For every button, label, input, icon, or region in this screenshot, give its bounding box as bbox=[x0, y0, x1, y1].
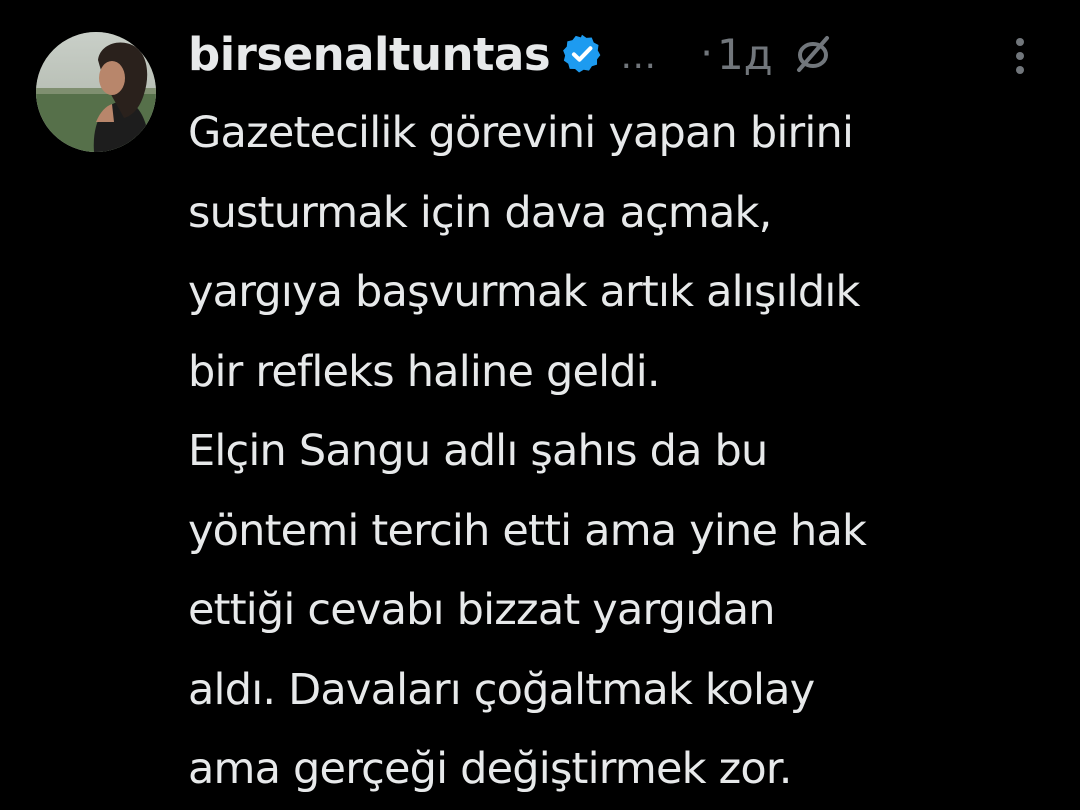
tweet-text-line: susturmak için dava açmak, bbox=[188, 187, 772, 238]
timestamp[interactable]: 1д bbox=[717, 30, 773, 79]
more-options-button[interactable] bbox=[1004, 32, 1036, 80]
tweet-text-line: Gazetecilik görevini yapan birini bbox=[188, 108, 854, 158]
tweet-text-line: ettiği cevabı bizzat yargıdan bbox=[188, 585, 776, 635]
tweet[interactable]: birsenaltuntas … · 1д Gazetecilik görevi… bbox=[0, 0, 1080, 798]
bell-off-icon[interactable] bbox=[791, 32, 835, 76]
more-vertical-icon bbox=[1016, 38, 1024, 74]
tweet-text-line: Elçin Sangu adlı şahıs da bu bbox=[188, 426, 768, 476]
tweet-text-line: bir refleks haline geldi. bbox=[188, 346, 661, 397]
verified-badge-icon bbox=[560, 32, 604, 76]
avatar[interactable] bbox=[36, 32, 156, 152]
tweet-text: Gazetecilik görevini yapan birini sustur… bbox=[188, 94, 1058, 810]
avatar-image bbox=[36, 32, 156, 152]
separator-dot: · bbox=[700, 31, 713, 77]
tweet-text-line: aldı. Davaları çoğaltmak kolay bbox=[188, 664, 815, 715]
tweet-header: birsenaltuntas … · 1д bbox=[188, 22, 1048, 86]
tweet-text-line: yöntemi tercih etti ama yine hak bbox=[188, 505, 867, 556]
name-ellipsis: … bbox=[620, 35, 657, 77]
username[interactable]: birsenaltuntas bbox=[188, 28, 551, 81]
tweet-text-line: yargıya başvurmak artık alışıldık bbox=[188, 267, 860, 317]
